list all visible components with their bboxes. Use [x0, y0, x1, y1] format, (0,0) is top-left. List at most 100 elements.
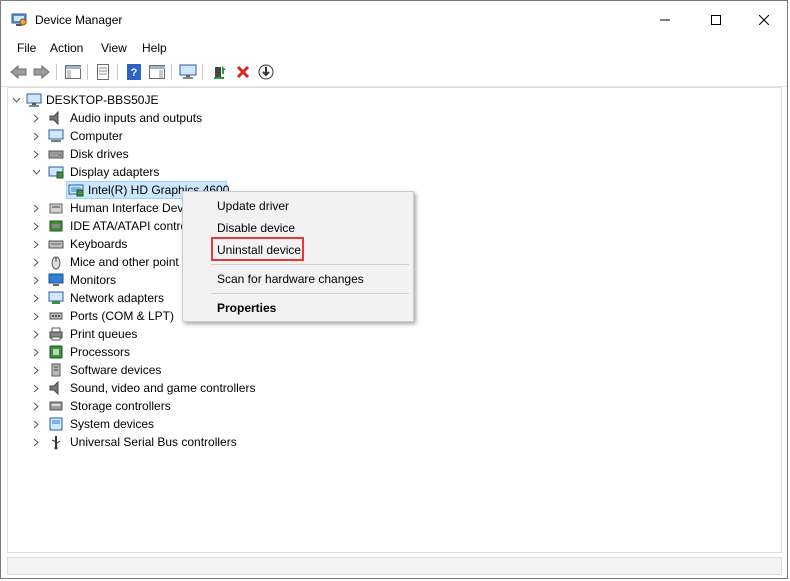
expand-chevron-icon[interactable] — [32, 330, 41, 339]
mouse-icon — [48, 254, 64, 270]
context-menu: Update driver Disable device Uninstall d… — [182, 191, 414, 322]
update-driver-button[interactable] — [210, 63, 230, 81]
tree-category-label[interactable]: Processors — [70, 345, 130, 359]
tree-root-label[interactable]: DESKTOP-BBS50JE — [46, 93, 159, 107]
expand-chevron-icon[interactable] — [32, 222, 41, 231]
properties-icon — [97, 64, 109, 80]
expand-chevron-icon[interactable] — [32, 240, 41, 249]
scan-button[interactable] — [256, 63, 276, 81]
window-title: Device Manager — [35, 13, 123, 27]
close-button[interactable] — [741, 1, 787, 39]
speaker-icon — [48, 110, 64, 126]
tree-category-label[interactable]: Storage controllers — [70, 399, 171, 413]
tree-category-label[interactable]: Computer — [70, 129, 123, 143]
ide-controller-icon — [48, 218, 64, 234]
processor-icon — [48, 344, 64, 360]
tree-category-label[interactable]: Mice and other point — [70, 255, 179, 269]
minimize-button[interactable] — [642, 1, 688, 39]
tree-category-label[interactable]: Print queues — [70, 327, 137, 341]
toolbar: ? — [1, 59, 787, 87]
computer-icon — [48, 128, 64, 144]
scan-download-icon — [258, 64, 274, 80]
maximize-button[interactable] — [693, 1, 739, 39]
tree-category-label[interactable]: IDE ATA/ATAPI contro — [70, 219, 187, 233]
properties-menu-item[interactable]: Properties — [217, 301, 276, 315]
help-icon: ? — [127, 64, 141, 80]
port-icon — [48, 308, 64, 324]
forward-arrow-icon — [33, 65, 50, 79]
tree-category-label[interactable]: Ports (COM & LPT) — [70, 309, 174, 323]
monitor-button[interactable] — [178, 63, 198, 81]
system-device-icon — [48, 416, 64, 432]
tree-category-label[interactable]: Keyboards — [70, 237, 127, 251]
title-bar[interactable]: Device Manager — [1, 1, 787, 39]
tree-category-label[interactable]: Software devices — [70, 363, 161, 377]
expand-chevron-icon[interactable] — [32, 132, 41, 141]
properties-button[interactable] — [93, 63, 113, 81]
tree-category-label[interactable]: Sound, video and game controllers — [70, 381, 255, 395]
tree-category-label[interactable]: Display adapters — [70, 165, 159, 179]
uninstall-button[interactable] — [233, 63, 253, 81]
usb-icon — [48, 434, 64, 450]
back-button[interactable] — [9, 63, 29, 81]
expand-chevron-icon[interactable] — [32, 312, 41, 321]
menu-view[interactable]: View — [99, 41, 129, 55]
expand-chevron-icon[interactable] — [32, 384, 41, 393]
expand-chevron-icon[interactable] — [32, 420, 41, 429]
tree-category-label[interactable]: Audio inputs and outputs — [70, 111, 202, 125]
expand-chevron-icon[interactable] — [32, 402, 41, 411]
uninstall-device-menu-item[interactable]: Uninstall device — [217, 243, 301, 257]
expand-chevron-icon[interactable] — [32, 204, 41, 213]
expand-chevron-icon[interactable] — [32, 114, 41, 123]
expand-chevron-icon[interactable] — [32, 276, 41, 285]
device-manager-app-icon — [11, 13, 27, 27]
menu-help[interactable]: Help — [140, 41, 169, 55]
software-device-icon — [48, 362, 64, 378]
scan-for-hardware-changes-menu-item[interactable]: Scan for hardware changes — [217, 272, 364, 286]
expand-chevron-icon[interactable] — [32, 258, 41, 267]
collapse-chevron-icon[interactable] — [32, 168, 41, 177]
tree-category-label[interactable]: Network adapters — [70, 291, 164, 305]
action-pane-button[interactable] — [147, 63, 167, 81]
keyboard-icon — [48, 236, 64, 252]
collapse-chevron-icon[interactable] — [12, 96, 21, 105]
hid-icon — [48, 200, 64, 216]
expand-chevron-icon[interactable] — [32, 366, 41, 375]
monitor-icon — [48, 272, 64, 288]
disable-device-menu-item[interactable]: Disable device — [217, 221, 295, 235]
show-hide-console-tree-button[interactable] — [63, 63, 83, 81]
status-bar — [7, 557, 782, 575]
tree-category-label[interactable]: Human Interface Dev — [70, 201, 183, 215]
minimize-icon — [660, 19, 670, 21]
computer-icon — [26, 92, 42, 108]
expand-chevron-icon[interactable] — [32, 150, 41, 159]
menu-action[interactable]: Action — [48, 41, 85, 55]
speaker-icon — [48, 380, 64, 396]
uninstall-icon — [236, 65, 250, 79]
printer-icon — [48, 326, 64, 342]
menu-bar: File Action View Help — [1, 39, 787, 59]
close-icon — [759, 15, 769, 25]
monitor-icon — [179, 64, 197, 79]
forward-button[interactable] — [31, 63, 51, 81]
tree-category-label[interactable]: Universal Serial Bus controllers — [70, 435, 237, 449]
expand-chevron-icon[interactable] — [32, 348, 41, 357]
help-button[interactable]: ? — [124, 63, 144, 81]
expand-chevron-icon[interactable] — [32, 294, 41, 303]
tree-category-label[interactable]: Disk drives — [70, 147, 129, 161]
network-adapter-icon — [48, 290, 64, 306]
maximize-icon — [711, 15, 721, 25]
update-driver-menu-item[interactable]: Update driver — [217, 199, 289, 213]
display-adapter-icon — [48, 164, 64, 180]
storage-controller-icon — [48, 398, 64, 414]
device-manager-window: Device Manager File Action View Help ? D… — [0, 0, 788, 579]
expand-chevron-icon[interactable] — [32, 438, 41, 447]
tree-category-label[interactable]: Monitors — [70, 273, 116, 287]
back-arrow-icon — [10, 65, 27, 79]
tree-category-label[interactable]: System devices — [70, 417, 154, 431]
action-pane-icon — [149, 65, 165, 79]
menu-file[interactable]: File — [15, 41, 38, 55]
show-hide-console-tree-icon — [65, 65, 81, 79]
update-driver-icon — [214, 66, 226, 79]
disk-drive-icon — [48, 146, 64, 162]
